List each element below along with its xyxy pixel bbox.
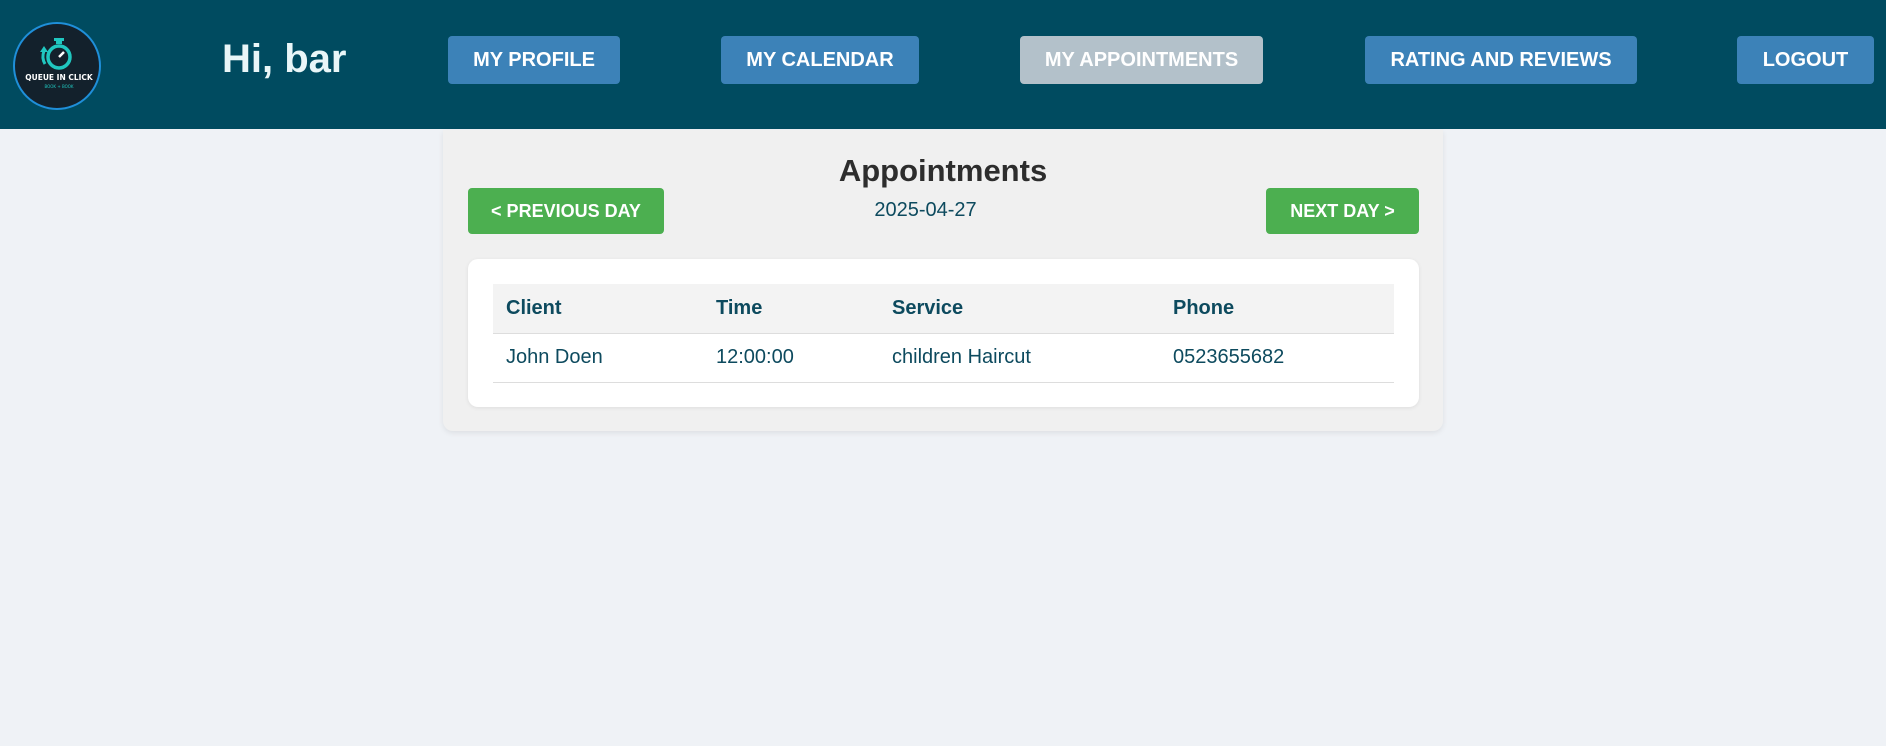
my-calendar-button[interactable]: MY CALENDAR [721,36,919,84]
cell-service: children Haircut [879,333,1160,383]
queue-in-click-logo[interactable]: QUEUE IN CLICK BOOK + BOOK [13,22,101,110]
previous-day-button[interactable]: < PREVIOUS DAY [468,188,664,234]
logo-tagline: BOOK + BOOK [44,84,73,89]
my-profile-button[interactable]: MY PROFILE [448,36,620,84]
current-date: 2025-04-27 [874,199,977,221]
page-title: Appointments [838,153,1048,188]
appointments-table: Client Time Service Phone John Doen 12:0… [493,284,1394,383]
cell-phone: 0523655682 [1160,333,1394,383]
column-header-phone: Phone [1160,284,1394,334]
table-row: John Doen 12:00:00 children Haircut 0523… [493,333,1394,383]
appointments-table-card: Client Time Service Phone John Doen 12:0… [468,259,1419,407]
logout-button[interactable]: LOGOUT [1737,36,1874,84]
top-header: QUEUE IN CLICK BOOK + BOOK Hi, bar MY PR… [0,0,1886,129]
cell-client: John Doen [493,333,703,383]
my-appointments-button[interactable]: MY APPOINTMENTS [1020,36,1263,84]
stopwatch-icon: QUEUE IN CLICK BOOK + BOOK [25,38,94,89]
greeting-text: Hi, bar [222,37,347,81]
rating-and-reviews-button[interactable]: RATING AND REVIEWS [1365,36,1637,84]
logo-text: QUEUE IN CLICK [25,73,94,82]
column-header-time: Time [703,284,879,334]
next-day-button[interactable]: NEXT DAY > [1266,188,1419,234]
cell-time: 12:00:00 [703,333,879,383]
column-header-client: Client [493,284,703,334]
column-header-service: Service [879,284,1160,334]
table-header-row: Client Time Service Phone [493,284,1394,334]
appointments-panel: Appointments < PREVIOUS DAY 2025-04-27 N… [443,130,1443,431]
